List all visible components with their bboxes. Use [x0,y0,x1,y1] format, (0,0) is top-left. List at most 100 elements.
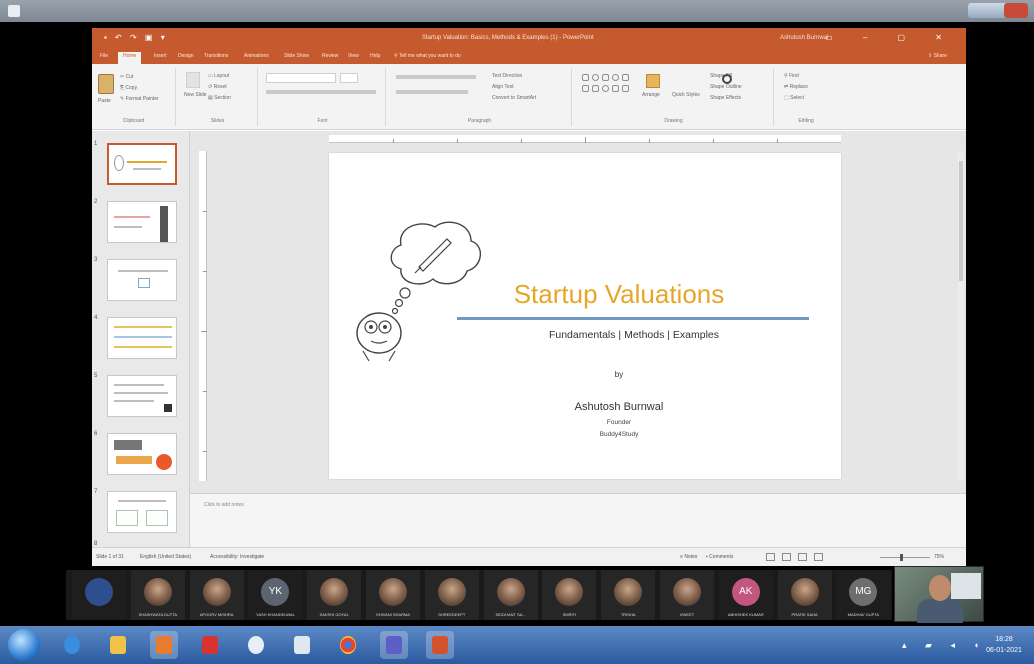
participant-tile[interactable] [72,570,126,620]
share-button[interactable]: ⇪ Share [928,53,947,62]
convert-smartart-button[interactable]: Convert to SmartArt [492,95,536,101]
slide-thumbnail-3[interactable] [107,259,177,301]
taskbar-explorer-icon[interactable] [104,631,132,659]
language-indicator[interactable]: English (United States) [140,554,191,560]
tab-home[interactable]: Home [118,52,142,64]
new-slide-button[interactable]: New Slide [184,92,207,98]
text-direction-button[interactable]: Text Direction [492,73,522,79]
slide-author-organization[interactable]: Buddy4Study [469,431,769,438]
powerpoint-window-controls[interactable]: ▭ – ▢ ✕ [825,33,956,42]
zoom-slider-knob[interactable] [900,554,903,561]
participant-tile[interactable]: TRISHA [601,570,656,620]
shape-rectangle-icon[interactable] [582,74,589,81]
participant-tile[interactable]: SHREEDEEPT [424,570,479,620]
slide-thumbnail-5[interactable] [107,375,177,417]
tab-view[interactable]: View [348,53,359,62]
cut-button[interactable]: ✂ Cut [120,74,133,80]
shape-line-icon[interactable] [582,85,589,92]
slide-thumbnail-6[interactable] [107,433,177,475]
shape-star-icon[interactable] [622,85,629,92]
tab-insert[interactable]: Insert [154,53,167,62]
taskbar-media-icon[interactable] [150,631,178,659]
copy-button[interactable]: ⎘ Copy [120,85,137,91]
slide-canvas[interactable]: Startup Valuations Fundamentals | Method… [329,153,841,479]
shape-smiley-icon[interactable] [602,85,609,92]
paste-icon[interactable] [98,74,114,94]
participant-tile[interactable]: SHIVANI SHARMA [366,570,420,620]
slide-author-role[interactable]: Founder [469,419,769,426]
format-painter-button[interactable]: ✎ Format Painter [120,96,159,102]
taskbar-chrome-icon[interactable] [334,631,362,659]
shape-arrow-icon[interactable] [592,85,599,92]
participant-tile[interactable]: SIDDHANT SA... [483,570,538,620]
font-format-buttons[interactable] [266,90,376,94]
tab-animations[interactable]: Animations [244,53,269,62]
slide-thumbnail-4[interactable] [107,317,177,359]
slide-sorter-view-icon[interactable] [782,553,791,561]
select-button[interactable]: ⬚ Select [784,95,804,101]
notes-pane[interactable]: Click to add notes [190,493,966,547]
tab-design[interactable]: Design [178,53,194,62]
tab-transitions[interactable]: Transitions [204,53,228,62]
taskbar-pin-icon[interactable] [196,631,224,659]
taskbar-notepad-icon[interactable] [288,631,316,659]
system-tray-icons[interactable]: ▴ ▰ ◂ ◖ [902,640,987,651]
list-buttons[interactable] [396,75,476,79]
quick-access-toolbar[interactable]: ▪ ↶ ↷ ▣ ▾ [104,33,168,42]
participant-tile[interactable]: SMRITI [542,570,597,620]
zoom-level[interactable]: 75% [934,554,944,560]
tell-me-box[interactable]: ⚲ Tell me what you want to do [394,53,461,62]
shape-square-icon[interactable] [622,74,629,81]
font-name-dropdown[interactable] [266,73,336,83]
zoom-slider[interactable] [880,557,930,558]
participant-tile[interactable]: AK ABHISHEK KUMAR [718,570,773,620]
slide-title[interactable]: Startup Valuations [469,279,769,310]
font-size-dropdown[interactable] [340,73,358,83]
comments-toggle[interactable]: ▪ Comments [706,554,733,560]
slide-thumbnail-pane[interactable]: 1 2 3 4 5 6 7 8 [92,131,190,547]
notes-toggle[interactable]: ≡ Notes [680,554,697,560]
quick-styles-button[interactable]: Quick Styles [672,92,700,98]
slide-by-text[interactable]: by [469,370,769,379]
slide-author[interactable]: Ashutosh Burnwal [469,401,769,413]
shape-effects-button[interactable]: Shape Effects [710,95,741,101]
participant-tile[interactable]: MG MADHAV GUPTA [836,570,891,620]
alignment-buttons[interactable] [396,90,468,94]
layout-button[interactable]: ▭ Layout [208,73,229,79]
scrollbar-thumb[interactable] [959,161,963,281]
participant-tile[interactable]: PRATIK SAHA [777,570,832,620]
slide-show-view-icon[interactable] [814,553,823,561]
replace-button[interactable]: ⇄ Replace [784,84,808,90]
tab-help[interactable]: Help [370,53,380,62]
section-button[interactable]: ▤ Section [208,95,231,101]
participant-tile[interactable]: SHASHWATA DUTTA [130,570,185,620]
align-text-button[interactable]: Align Text [492,84,514,90]
arrange-button[interactable]: Arrange [642,92,660,98]
taskbar-clock[interactable]: 18:28 06-01-2021 [982,634,1026,656]
participant-tile[interactable]: APOORV MISHRA [189,570,244,620]
reset-button[interactable]: ↺ Reset [208,84,227,90]
slide-subtitle[interactable]: Fundamentals | Methods | Examples [469,329,799,341]
shape-oval-icon[interactable] [592,74,599,81]
tab-slide-show[interactable]: Slide Show [284,53,309,62]
slide-thumbnail-2[interactable] [107,201,177,243]
taskbar-clock-app-icon[interactable] [242,631,270,659]
find-button[interactable]: ⚲ Find [784,73,799,79]
tab-review[interactable]: Review [322,53,338,62]
start-button[interactable] [8,629,40,661]
new-slide-icon[interactable] [186,72,200,88]
taskbar-teams-icon[interactable] [380,631,408,659]
signed-in-user[interactable]: Ashutosh Burnwal [780,35,828,41]
paste-button[interactable]: Paste [98,98,111,104]
shape-rounded-icon[interactable] [602,74,609,81]
shape-outline-button[interactable]: Shape Outline [710,84,742,90]
reading-view-icon[interactable] [798,553,807,561]
accessibility-status[interactable]: Accessibility: Investigate [210,554,264,560]
arrange-icon[interactable] [646,74,660,88]
slide-thumbnail-1[interactable] [107,143,177,185]
taskbar-edge-icon[interactable] [58,631,86,659]
slide-thumbnail-7[interactable] [107,491,177,533]
participant-tile[interactable]: SAKSHI GOYAL [307,570,362,620]
self-video-tile[interactable] [894,566,984,623]
close-window-button[interactable] [1004,3,1028,18]
